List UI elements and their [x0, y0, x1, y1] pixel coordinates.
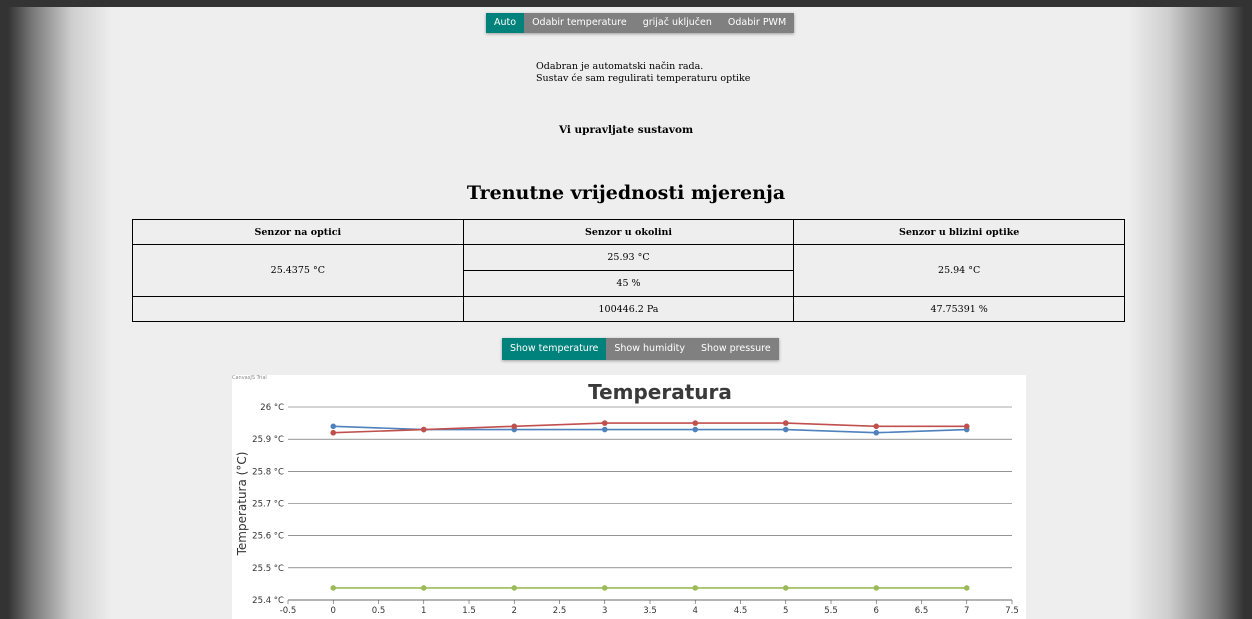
empty-cell — [132, 296, 464, 322]
data-point — [511, 585, 518, 591]
data-point — [963, 585, 970, 591]
page: Auto Odabir temperature grijač uključen … — [8, 7, 1244, 619]
ambient-pressure-cell: 100446.2 Pa — [462, 296, 795, 322]
control-status: Vi upravljate sustavom — [558, 124, 694, 136]
data-point — [511, 423, 518, 430]
tab-odabir-temperature[interactable]: Odabir temperature — [524, 13, 635, 33]
header-ambient-sensor: Senzor u okolini — [462, 219, 795, 245]
x-tick-label: 7.5 — [1005, 606, 1019, 616]
x-tick-label: 4 — [693, 606, 698, 616]
header-near-sensor: Senzor u blizini optike — [793, 219, 1125, 245]
x-tick-label: 5 — [783, 606, 788, 616]
x-tick-label: 3 — [602, 606, 607, 616]
tab-show-temperature[interactable]: Show temperature — [502, 338, 607, 360]
x-tick-label: 7 — [964, 606, 969, 616]
optic-temperature-cell: 25.4375 °C — [132, 244, 464, 297]
y-axis-label: Temperatura (°C) — [235, 452, 249, 557]
y-tick-label: 25.6 °C — [252, 532, 284, 542]
data-point — [330, 585, 337, 591]
y-tick-label: 26 °C — [260, 403, 284, 413]
chart-tabs: Show temperature Show humidity Show pres… — [502, 338, 779, 360]
data-point — [330, 429, 337, 436]
x-tick-label: 3.5 — [643, 606, 657, 616]
y-tick-label: 25.7 °C — [252, 500, 284, 510]
data-point — [782, 420, 789, 426]
x-tick-label: 4.5 — [734, 606, 748, 616]
tab-show-humidity[interactable]: Show humidity — [606, 338, 693, 360]
data-point — [963, 423, 970, 430]
tab-grijac-ukljucen[interactable]: grijač uključen — [634, 13, 720, 33]
data-point — [873, 429, 880, 436]
data-point — [420, 426, 427, 433]
series-line-1 — [333, 422, 967, 434]
data-point — [692, 426, 699, 433]
data-point — [601, 585, 608, 591]
y-tick-label: 25.5 °C — [252, 564, 284, 574]
near-humidity-cell: 47.75391 % — [793, 296, 1125, 322]
measurements-table: Senzor na optici Senzor u okolini Senzor… — [132, 219, 1125, 322]
ambient-temperature-cell: 25.93 °C — [462, 244, 795, 271]
data-point — [873, 585, 880, 591]
data-point — [330, 423, 337, 430]
data-point — [782, 426, 789, 433]
ambient-humidity-cell: 45 % — [462, 270, 795, 297]
chart-watermark: CanvasJS Trial — [232, 375, 267, 381]
y-tick-label: 25.4 °C — [252, 596, 284, 606]
data-point — [601, 426, 608, 433]
table-row: 100446.2 Pa 47.75391 % — [132, 296, 1125, 322]
near-temperature-cell: 25.94 °C — [793, 244, 1125, 297]
y-tick-label: 25.9 °C — [252, 435, 284, 445]
x-tick-label: 5.5 — [824, 606, 838, 616]
tab-odabir-pwm[interactable]: Odabir PWM — [719, 13, 795, 33]
x-tick-label: 2.5 — [553, 606, 567, 616]
temperature-chart: CanvasJS Trial Temperatura 25.4 °C 25.5 °C… — [232, 375, 1026, 619]
tab-auto[interactable]: Auto — [486, 13, 525, 33]
x-tick-label: 6 — [874, 606, 879, 616]
data-point — [873, 423, 880, 430]
x-tick-label: -0.5 — [280, 606, 297, 616]
x-tick-label: 0.5 — [372, 606, 386, 616]
mode-description-line2: Sustav će sam regulirati temperaturu opt… — [536, 73, 751, 84]
chart-svg: Temperatura 25.4 °C 25.5 °C 25.6 °C 25.7 °C 2… — [235, 380, 1019, 616]
x-tick-label: 2 — [512, 606, 517, 616]
tab-show-pressure[interactable]: Show pressure — [692, 338, 779, 360]
x-tick-label: 1 — [421, 606, 426, 616]
data-point — [692, 420, 699, 426]
x-tick-label: 6.5 — [915, 606, 929, 616]
header-optic-sensor: Senzor na optici — [132, 219, 464, 245]
data-point — [601, 420, 608, 426]
mode-description: Odabran je automatski način rada. Sustav… — [536, 61, 750, 85]
table-header-row: Senzor na optici Senzor u okolini Senzor… — [132, 219, 1125, 245]
x-tick-label: 1.5 — [462, 606, 476, 616]
mode-tabs: Auto Odabir temperature grijač uključen … — [486, 13, 795, 33]
data-point — [420, 585, 427, 591]
y-tick-label: 25.8 °C — [252, 467, 284, 477]
measurements-title: Trenutne vrijednosti mjerenja — [466, 182, 786, 204]
chart-title: Temperatura — [588, 380, 732, 404]
x-tick-label: 0 — [331, 606, 336, 616]
data-point — [782, 585, 789, 591]
mode-description-line1: Odabran je automatski način rada. — [536, 61, 704, 72]
table-row: 25.4375 °C 25.93 °C 25.94 °C — [132, 244, 1125, 297]
data-point — [692, 585, 699, 591]
